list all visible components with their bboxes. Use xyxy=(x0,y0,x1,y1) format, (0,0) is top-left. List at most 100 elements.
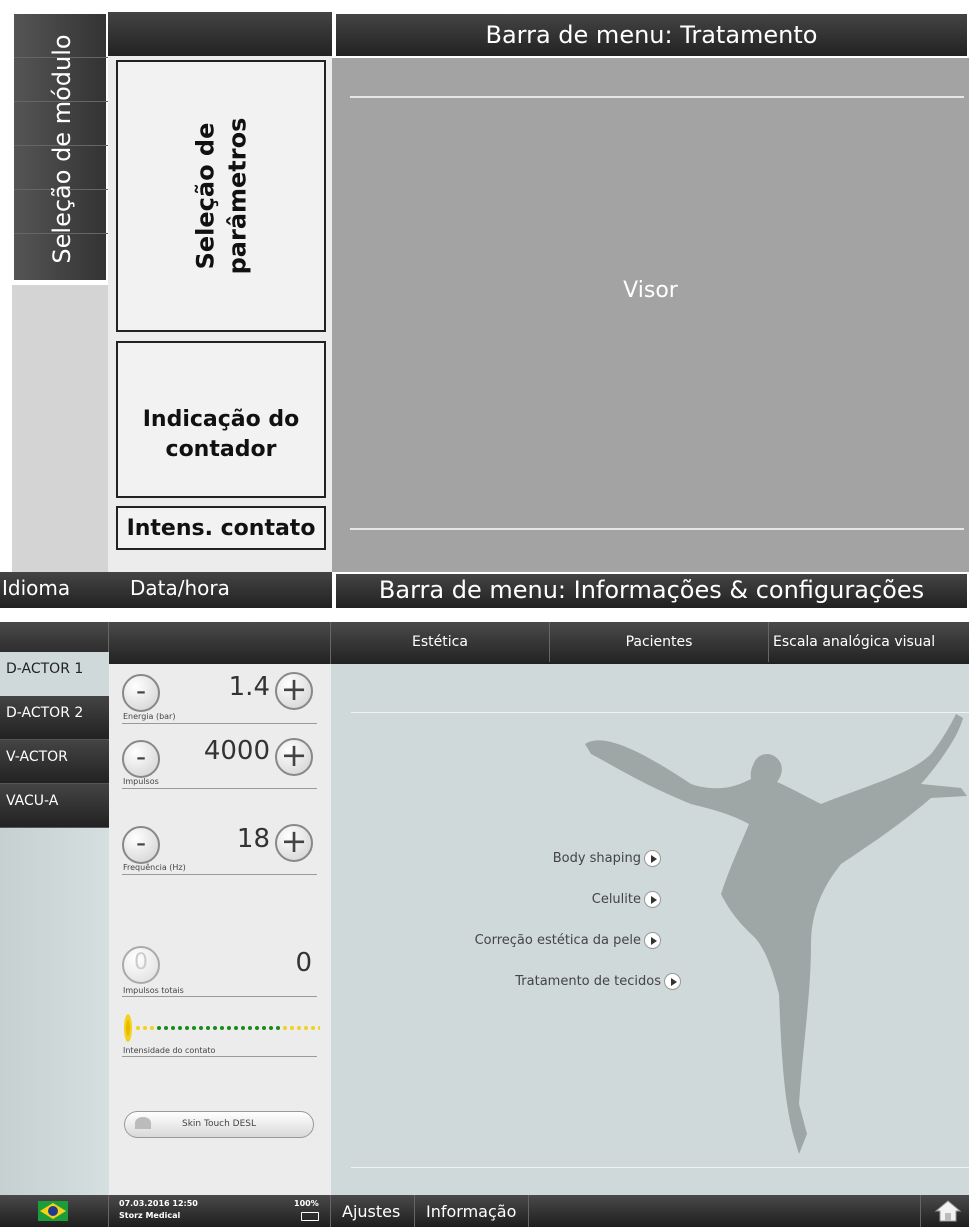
contact-dot xyxy=(199,1026,203,1030)
contact-dot xyxy=(248,1026,252,1030)
status-bar: 07.03.2016 12:50 Storz Medical 100% Ajus… xyxy=(0,1195,969,1227)
divider xyxy=(122,1056,317,1057)
contact-dot xyxy=(304,1026,308,1030)
treatment-menu-label: Barra de menu: Tratamento xyxy=(485,21,818,49)
frequency-label: Frequência (Hz) xyxy=(123,863,186,872)
language-area: Idioma xyxy=(0,572,108,608)
parameter-selection-line1: Seleção de xyxy=(191,122,219,270)
display-label: Visor xyxy=(623,278,678,303)
module-vacu-a[interactable]: VACU-A xyxy=(0,784,109,828)
info-menu-bar: Barra de menu: Informações & configuraçõ… xyxy=(334,572,969,610)
counter-line1: Indicação do xyxy=(142,406,300,432)
contact-dot xyxy=(262,1026,266,1030)
language-button[interactable] xyxy=(0,1195,109,1227)
divider xyxy=(122,788,317,789)
tab-estetica[interactable]: Estética xyxy=(331,622,550,662)
display-bottom-line xyxy=(350,528,964,530)
menu-celulite-label: Celulite xyxy=(591,892,641,907)
energy-label: Energia (bar) xyxy=(123,712,176,721)
settings-button[interactable]: Ajustes xyxy=(342,1202,400,1221)
energy-value: 1.4 xyxy=(228,672,270,702)
module-d-actor-1[interactable]: D-ACTOR 1 xyxy=(0,652,109,696)
menu-body-shaping[interactable]: Body shaping xyxy=(451,850,661,867)
contact-dot xyxy=(297,1026,301,1030)
contact-dot xyxy=(164,1026,168,1030)
annotated-layout-diagram: Seleção de módulo Barra de menu: Tratame… xyxy=(0,0,969,610)
contact-dot xyxy=(290,1026,294,1030)
display-bottom-line xyxy=(351,1167,969,1168)
header-left-strip xyxy=(108,12,332,56)
datetime-area: Data/hora xyxy=(108,572,332,608)
parameter-selection-box: Seleção de parâmetros xyxy=(116,60,326,332)
menu-celulite[interactable]: Celulite xyxy=(451,891,661,908)
contact-dot xyxy=(206,1026,210,1030)
total-impulses-label: Impulsos totais xyxy=(123,986,184,995)
frequency-decrease-button[interactable]: - xyxy=(122,826,160,864)
contact-dot xyxy=(227,1026,231,1030)
contact-dot xyxy=(318,1026,320,1030)
tab-bar-blank-2 xyxy=(109,622,331,664)
menu-tratamento-tecidos-label: Tratamento de tecidos xyxy=(515,974,661,989)
tab-escala-analogica[interactable]: Escala analógica visual xyxy=(769,622,969,662)
module-d-actor-2[interactable]: D-ACTOR 2 xyxy=(0,696,109,740)
menu-body-shaping-label: Body shaping xyxy=(552,851,641,866)
skin-touch-button[interactable]: Skin Touch DESL xyxy=(124,1111,314,1138)
contact-dot xyxy=(178,1026,182,1030)
menu-correcao-estetica[interactable]: Correção estética da pele xyxy=(391,932,661,949)
home-icon[interactable] xyxy=(934,1199,962,1223)
energy-decrease-button[interactable]: - xyxy=(122,674,160,712)
language-label: Idioma xyxy=(2,576,71,600)
impulses-decrease-button[interactable]: - xyxy=(122,740,160,778)
contact-dot xyxy=(220,1026,224,1030)
impulses-value: 4000 xyxy=(203,736,270,766)
play-icon xyxy=(644,850,661,867)
contact-dot xyxy=(185,1026,189,1030)
company-name: Storz Medical xyxy=(119,1211,181,1220)
contact-intensity-indicator xyxy=(124,1014,320,1042)
play-icon xyxy=(664,973,681,990)
parameter-selection-line2: parâmetros xyxy=(223,117,251,275)
module-selection-area: Seleção de módulo xyxy=(12,12,110,282)
device-screen: Estética Pacientes Escala analógica visu… xyxy=(0,622,969,1227)
frequency-increase-button[interactable]: + xyxy=(275,824,313,862)
contact-dot xyxy=(255,1026,259,1030)
separator xyxy=(528,1195,529,1227)
tab-bar: Estética Pacientes Escala analógica visu… xyxy=(0,622,969,664)
battery-icon xyxy=(301,1212,319,1221)
play-icon xyxy=(644,932,661,949)
energy-increase-button[interactable]: + xyxy=(275,672,313,710)
reset-counter-button[interactable]: 0 xyxy=(122,946,160,984)
info-menu-label: Barra de menu: Informações & configuraçõ… xyxy=(378,576,925,604)
contact-dot xyxy=(157,1026,161,1030)
menu-tratamento-tecidos[interactable]: Tratamento de tecidos xyxy=(431,973,681,990)
datetime-status[interactable]: 07.03.2016 12:50 Storz Medical 100% xyxy=(109,1195,331,1227)
contact-dot xyxy=(171,1026,175,1030)
brazil-flag-icon xyxy=(38,1201,68,1221)
information-button[interactable]: Informação xyxy=(426,1202,516,1221)
module-v-actor[interactable]: V-ACTOR xyxy=(0,740,109,784)
left-blank-area xyxy=(12,285,108,572)
counter-line2: contador xyxy=(165,436,277,462)
contact-dot xyxy=(311,1026,315,1030)
contact-dot xyxy=(269,1026,273,1030)
divider xyxy=(122,874,317,875)
impulses-increase-button[interactable]: + xyxy=(275,738,313,776)
separator xyxy=(920,1195,921,1227)
contact-dot xyxy=(192,1026,196,1030)
impulses-label: Impulsos xyxy=(123,777,159,786)
contact-dot xyxy=(241,1026,245,1030)
menu-correcao-estetica-label: Correção estética da pele xyxy=(474,933,641,948)
datetime-value: 07.03.2016 12:50 xyxy=(119,1199,198,1208)
contact-box: Intens. contato xyxy=(116,506,326,550)
display-panel: Body shaping Celulite Correção estética … xyxy=(331,664,969,1195)
display-top-line xyxy=(351,712,969,713)
contact-intensity-label: Intensidade do contato xyxy=(123,1046,216,1055)
module-selection-label: Seleção de módulo xyxy=(48,34,76,264)
display-top-line xyxy=(350,96,964,98)
divider xyxy=(122,996,317,997)
play-icon xyxy=(644,891,661,908)
contact-dot xyxy=(150,1026,154,1030)
contact-dot xyxy=(283,1026,287,1030)
tab-pacientes[interactable]: Pacientes xyxy=(550,622,769,662)
frequency-value: 18 xyxy=(236,824,270,854)
